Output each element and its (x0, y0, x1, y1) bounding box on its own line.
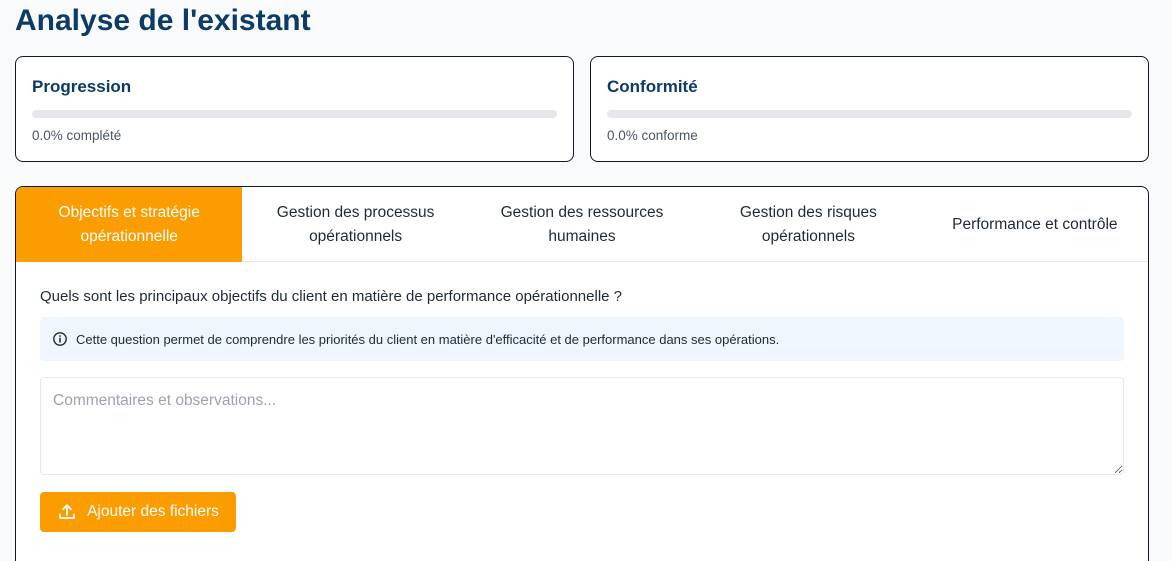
info-text: Cette question permet de comprendre les … (76, 331, 780, 347)
question-text: Quels sont les principaux objectifs du c… (40, 288, 622, 305)
add-files-label: Ajouter des fichiers (87, 503, 219, 520)
upload-icon (57, 502, 77, 522)
tab-gestion-risques[interactable]: Gestion des risques opérationnels (695, 187, 921, 262)
progress-bar (32, 110, 557, 118)
tab-content: Quels sont les principaux objectifs du c… (16, 288, 1148, 532)
progress-label: 0.0% complété (32, 128, 122, 143)
tab-bar: Objectifs et stratégie opérationnelle Ge… (16, 187, 1148, 262)
tab-performance-controle[interactable]: Performance et contrôle (922, 187, 1148, 262)
progress-card: Progression 0.0% complété (15, 56, 574, 162)
tab-gestion-ressources-humaines[interactable]: Gestion des ressources humaines (469, 187, 695, 262)
conformity-card: Conformité 0.0% conforme (590, 56, 1149, 162)
conformity-bar (607, 110, 1132, 118)
conformity-label: 0.0% conforme (607, 128, 698, 143)
info-icon (52, 331, 68, 347)
add-files-button[interactable]: Ajouter des fichiers (40, 492, 236, 532)
progress-title: Progression (32, 77, 132, 96)
comment-field[interactable] (40, 377, 1124, 475)
conformity-title: Conformité (607, 77, 698, 96)
questionnaire-panel: Objectifs et stratégie opérationnelle Ge… (15, 186, 1149, 561)
info-box: Cette question permet de comprendre les … (40, 317, 1124, 361)
tab-objectifs-strategie[interactable]: Objectifs et stratégie opérationnelle (16, 187, 243, 262)
page-title: Analyse de l'existant (15, 4, 311, 37)
tab-gestion-processus[interactable]: Gestion des processus opérationnels (242, 187, 468, 262)
